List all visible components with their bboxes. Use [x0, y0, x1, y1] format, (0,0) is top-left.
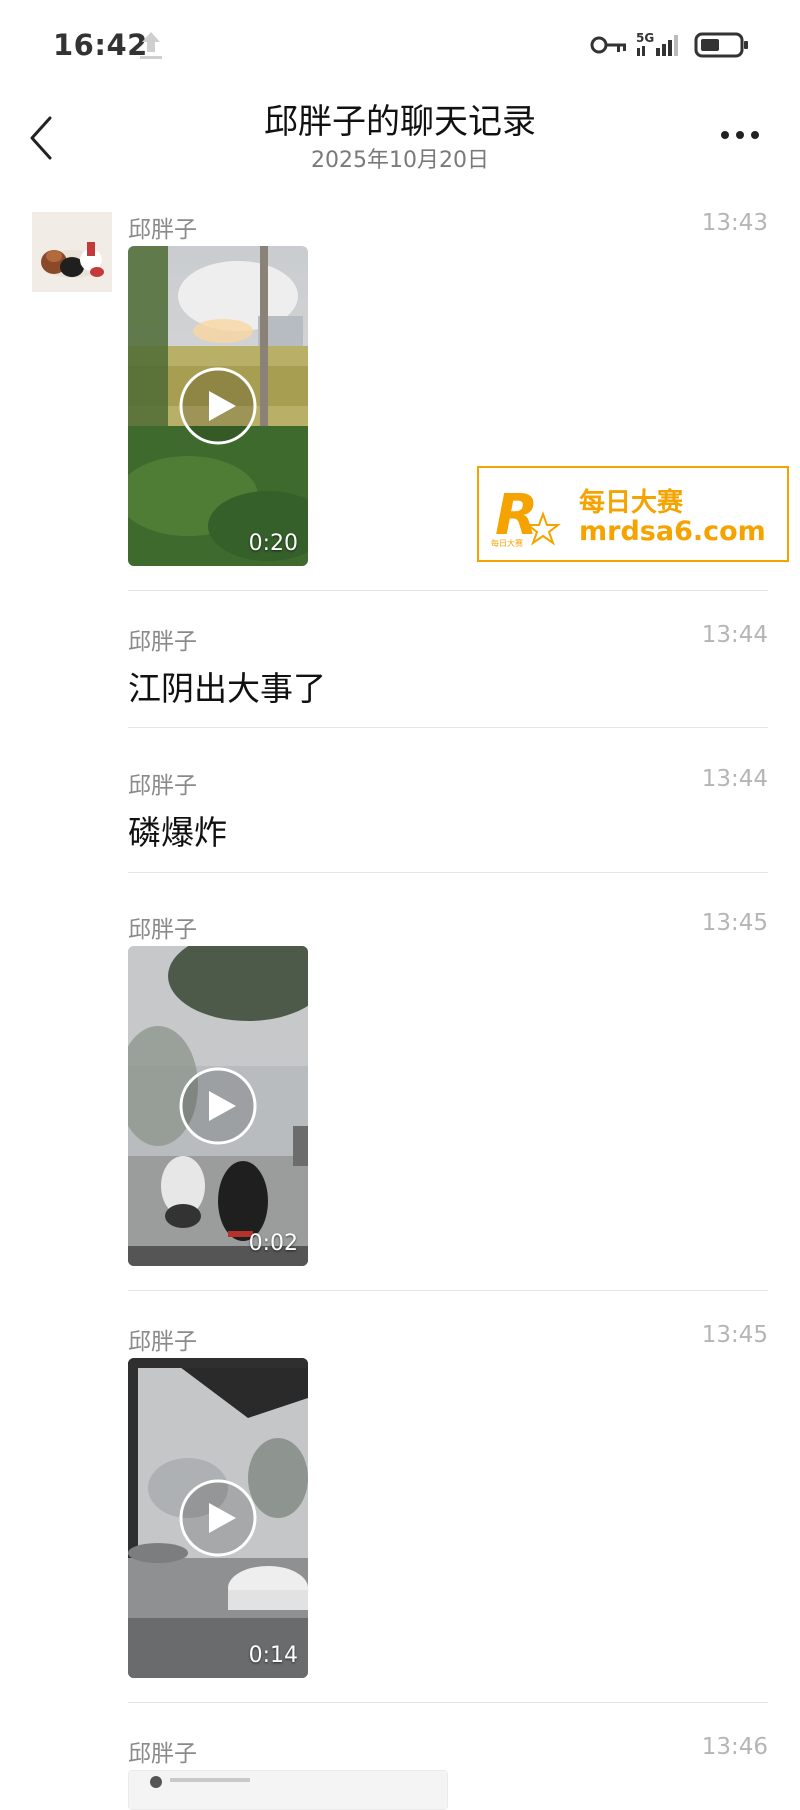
watermark-name: 每日大赛 — [579, 488, 684, 518]
chat-header: 邱胖子的聊天记录 2025年10月20日 — [0, 90, 800, 200]
message-text: 磷爆炸 — [128, 813, 227, 852]
watermark-logo: R 每日大赛 每日大赛 mrdsa6.com — [477, 466, 789, 562]
upload-icon — [140, 32, 162, 59]
status-bar: 16:42 5G — [0, 0, 800, 90]
message-time: 13:45 — [701, 910, 768, 936]
divider — [128, 727, 768, 728]
message-item: 邱胖子 13:44 磷爆炸 — [128, 766, 768, 866]
message-item: 邱胖子 13:46 — [128, 1734, 768, 1810]
more-button[interactable] — [715, 120, 765, 150]
avatar[interactable] — [32, 212, 112, 292]
message-sender: 邱胖子 — [128, 1741, 197, 1767]
divider — [128, 1702, 768, 1703]
message-time: 13:44 — [701, 766, 768, 792]
page-title: 邱胖子的聊天记录 — [264, 102, 536, 142]
message-time: 13:45 — [701, 1322, 768, 1348]
message-time: 13:46 — [701, 1734, 768, 1760]
signal-icon: 5G — [636, 31, 678, 56]
video-thumbnail[interactable]: 0:14 — [128, 1358, 308, 1678]
brand-logo-icon: R 每日大赛 — [491, 483, 561, 548]
status-icons: 5G — [590, 30, 750, 60]
network-label: 5G — [636, 31, 654, 45]
message-sender: 邱胖子 — [128, 1329, 197, 1355]
message-sender: 邱胖子 — [128, 773, 197, 799]
video-thumbnail[interactable]: 0:02 — [128, 946, 308, 1266]
message-sender: 邱胖子 — [128, 917, 197, 943]
battery-icon — [694, 32, 748, 58]
video-thumbnail[interactable]: 0:20 — [128, 246, 308, 566]
message-item: 邱胖子 13:45 0:02 — [128, 910, 768, 1290]
message-time: 13:43 — [701, 210, 768, 236]
key-icon — [590, 36, 626, 54]
message-sender: 邱胖子 — [128, 629, 197, 655]
card-preview[interactable] — [128, 1770, 448, 1810]
play-icon — [179, 1067, 257, 1145]
watermark-url: mrdsa6.com — [579, 516, 766, 547]
status-time: 16:42 — [53, 28, 148, 62]
video-duration: 0:14 — [248, 1643, 298, 1668]
divider — [128, 1290, 768, 1291]
svg-text:每日大赛: 每日大赛 — [491, 538, 523, 548]
message-sender: 邱胖子 — [128, 217, 197, 243]
play-icon — [179, 367, 257, 445]
divider — [128, 590, 768, 591]
divider — [128, 872, 768, 873]
video-duration: 0:20 — [248, 531, 298, 556]
message-text: 江阴出大事了 — [128, 669, 326, 708]
message-item: 邱胖子 13:45 0:14 — [128, 1322, 768, 1702]
message-time: 13:44 — [701, 622, 768, 648]
play-icon — [179, 1479, 257, 1557]
page-subtitle: 2025年10月20日 — [311, 148, 489, 173]
message-item: 邱胖子 13:44 江阴出大事了 — [128, 622, 768, 722]
video-duration: 0:02 — [248, 1231, 298, 1256]
